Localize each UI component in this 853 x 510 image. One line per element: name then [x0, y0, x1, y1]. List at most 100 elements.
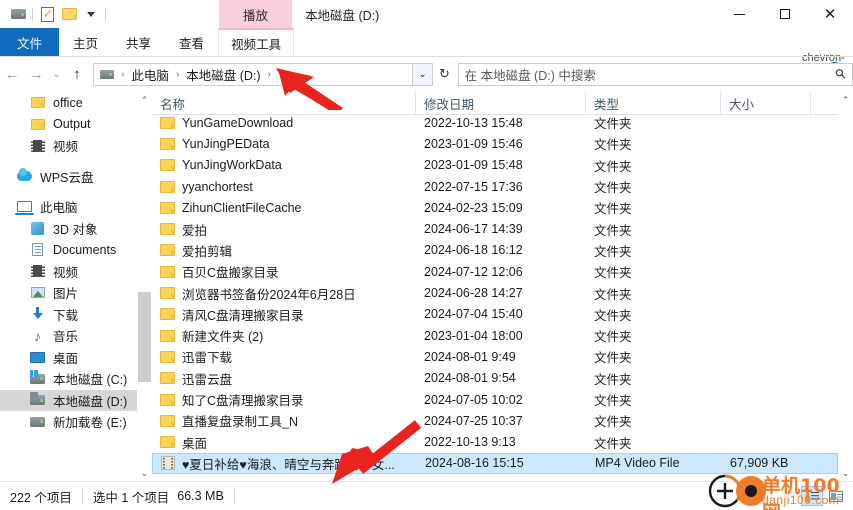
contextual-tab-play[interactable]: 播放	[219, 0, 292, 28]
status-item-count: 222 个项目	[10, 490, 72, 505]
sidebar-item-pictures[interactable]: 图片	[0, 282, 152, 304]
sidebar-item-this-pc[interactable]: 此电脑	[0, 196, 152, 218]
tab-view[interactable]: 查看	[165, 28, 218, 56]
file-type-cell: MP4 Video File	[595, 456, 680, 471]
desktop-icon	[29, 349, 46, 365]
sidebar-item-output[interactable]: Output	[0, 114, 152, 136]
sidebar-item-office[interactable]: office	[0, 92, 152, 114]
tab-share[interactable]: 共享	[112, 28, 165, 56]
table-row[interactable]: 迅雷云盘 2024-08-01 9:54 文件夹	[152, 368, 838, 389]
scroll-down-icon[interactable]: ⌄	[838, 465, 853, 481]
file-date-cell: 2024-06-17 14:39	[424, 222, 523, 237]
caret-down-icon[interactable]	[80, 3, 102, 25]
computer-icon	[15, 199, 34, 215]
search-icon[interactable]: ⚲	[832, 65, 850, 83]
file-type-cell: 文件夹	[594, 330, 632, 345]
folder-icon	[160, 201, 175, 214]
file-name-cell: YunJingWorkData	[152, 158, 416, 172]
tab-home[interactable]: 主页	[59, 28, 112, 56]
table-row[interactable]: 清风C盘清理搬家目录 2024-07-04 15:40 文件夹	[152, 304, 838, 325]
up-button[interactable]: ↑	[65, 61, 89, 87]
recent-locations-button[interactable]: ⌄	[48, 61, 65, 87]
scroll-up-icon[interactable]: ⌃	[137, 92, 152, 108]
large-icons-view-button[interactable]	[825, 486, 847, 506]
address-bar-row: ← → ⌄ ↑ › 此电脑 › 本地磁盘 (D:) › ⌄ ↻ 在 本地磁盘 (…	[0, 60, 853, 88]
folder-icon	[160, 287, 175, 300]
sidebar-item-videos[interactable]: 视频	[0, 261, 152, 283]
file-name-cell: 爱拍剪辑	[152, 241, 416, 260]
sidebar-item-local-disk-c[interactable]: 本地磁盘 (C:)	[0, 368, 152, 390]
folder-icon	[160, 436, 175, 449]
table-row-selected[interactable]: ♥夏日补给♥海浪、晴空与奔跑的少女... 2024-08-16 15:15 MP…	[152, 452, 838, 475]
tab-video-tools[interactable]: 视频工具	[218, 28, 295, 56]
sidebar-item-label: Documents	[53, 242, 117, 257]
address-dropdown-button[interactable]: ⌄	[412, 62, 434, 86]
column-header-type[interactable]: 类型	[586, 92, 721, 115]
file-list-scrollbar[interactable]: ⌃ ⌄	[838, 92, 853, 481]
status-divider-2	[233, 488, 235, 504]
sidebar-item-local-disk-d[interactable]: 本地磁盘 (D:)	[0, 389, 152, 411]
sidebar-item-music[interactable]: ♪ 音乐	[0, 325, 152, 347]
table-row[interactable]: 直播复盘录制工具_N 2024-07-25 10:37 文件夹	[152, 410, 838, 431]
sidebar-item-downloads[interactable]: 下载	[0, 304, 152, 326]
cloud-icon	[16, 168, 33, 184]
sidebar-item-videos-quick[interactable]: 视频	[0, 135, 152, 157]
3d-objects-icon	[29, 220, 46, 236]
table-row[interactable]: yyanchortest 2022-07-15 17:36 文件夹	[152, 176, 838, 197]
file-name-text: ZihunClientFileCache	[182, 200, 302, 215]
table-row[interactable]: 桌面 2022-10-13 9:13 文件夹	[152, 431, 838, 452]
table-row[interactable]: YunJingWorkData 2023-01-09 15:48 文件夹	[152, 155, 838, 176]
table-row[interactable]: 知了C盘清理搬家目录 2024-07-05 10:02 文件夹	[152, 389, 838, 410]
scroll-down-icon[interactable]: ⌄	[137, 465, 152, 481]
column-header-name[interactable]: 名称	[152, 92, 416, 115]
scroll-up-icon[interactable]: ⌃	[838, 92, 853, 108]
file-name-cell: 百贝C盘搬家目录	[152, 262, 416, 281]
breadcrumb-local-disk-d[interactable]: 本地磁盘 (D:)	[183, 65, 263, 84]
sidebar-item-3d-objects[interactable]: 3D 对象	[0, 218, 152, 240]
breadcrumb-this-pc[interactable]: 此电脑	[128, 65, 172, 84]
search-box[interactable]: 在 本地磁盘 (D:) 中搜索 ⚲	[457, 62, 853, 86]
table-row[interactable]: 爱拍 2024-06-17 14:39 文件夹	[152, 218, 838, 239]
sidebar-item-documents[interactable]: Documents	[0, 239, 152, 261]
drive-icon[interactable]	[7, 3, 29, 25]
back-button[interactable]: ←	[0, 61, 24, 87]
sidebar-item-label: 图片	[53, 287, 79, 302]
table-row[interactable]: 新建文件夹 (2) 2023-01-04 18:00 文件夹	[152, 325, 838, 346]
sidebar-scroll-thumb[interactable]	[138, 292, 151, 382]
table-row[interactable]: 爱拍剪辑 2024-06-18 16:12 文件夹	[152, 240, 838, 261]
table-row[interactable]: ZihunClientFileCache 2024-02-23 15:09 文件…	[152, 197, 838, 218]
table-row[interactable]: 百贝C盘搬家目录 2024-07-12 12:06 文件夹	[152, 261, 838, 282]
file-date-cell: 2023-01-09 15:48	[424, 158, 523, 173]
sidebar-scrollbar[interactable]: ⌃ ⌄	[137, 92, 152, 481]
column-header-size[interactable]: 大小	[721, 92, 811, 115]
maximize-button[interactable]	[762, 0, 807, 28]
details-view-button[interactable]	[801, 486, 823, 506]
table-row[interactable]: YunJingPEData 2023-01-09 15:46 文件夹	[152, 133, 838, 154]
checkmark-properties-icon[interactable]	[36, 3, 58, 25]
table-row[interactable]: YunGameDownload 2022-10-13 15:48 文件夹	[152, 115, 838, 133]
column-header-date[interactable]: 修改日期	[416, 92, 586, 115]
file-type-cell: 文件夹	[594, 202, 632, 217]
close-button[interactable]: ✕	[807, 0, 853, 28]
sidebar-item-wps-cloud[interactable]: WPS云盘	[0, 166, 152, 188]
sidebar-item-desktop[interactable]: 桌面	[0, 347, 152, 369]
file-type-cell: 文件夹	[594, 244, 632, 259]
file-name-text: 迅雷下载	[182, 351, 233, 366]
refresh-button[interactable]: ↻	[433, 63, 455, 86]
file-type-cell: 文件夹	[594, 181, 632, 196]
sidebar-item-new-volume-e[interactable]: 新加载卷 (E:)	[0, 411, 152, 433]
forward-button[interactable]: →	[24, 61, 48, 87]
breadcrumb-separator-2[interactable]: ›	[264, 69, 275, 80]
new-folder-icon[interactable]	[58, 3, 80, 25]
table-row[interactable]: 迅雷下载 2024-08-01 9:49 文件夹	[152, 346, 838, 367]
table-row[interactable]: 浏览器书签备份2024年6月28日 2024-06-28 14:27 文件夹	[152, 282, 838, 303]
file-name-cell: YunJingPEData	[152, 137, 416, 151]
address-bar[interactable]: › 此电脑 › 本地磁盘 (D:) ›	[93, 62, 413, 86]
sidebar-item-label: 3D 对象	[53, 222, 98, 237]
tab-file[interactable]: 文件	[0, 28, 60, 56]
file-type-cell: 文件夹	[594, 159, 632, 174]
file-name-cell: 迅雷云盘	[152, 369, 416, 388]
file-name-text: 直播复盘录制工具_N	[182, 415, 298, 430]
minimize-button[interactable]	[717, 0, 762, 28]
file-name-cell: 直播复盘录制工具_N	[152, 411, 416, 430]
